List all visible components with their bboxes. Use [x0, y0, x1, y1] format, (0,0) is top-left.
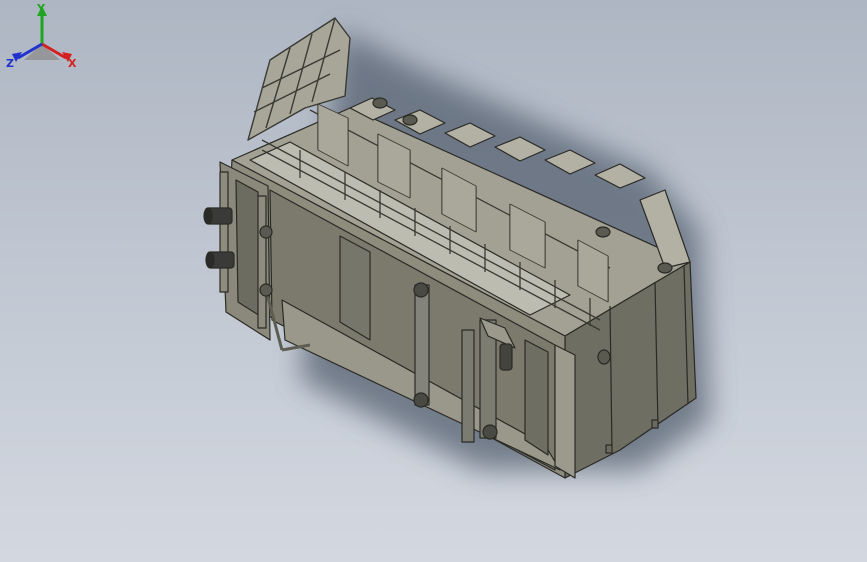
graphics-viewport[interactable]: Y X Z: [0, 0, 867, 562]
partition-wall-2: [524, 339, 549, 456]
reference-triad: Y X Z: [6, 2, 77, 70]
x-axis-label: X: [68, 57, 77, 70]
partition-wall-1: [339, 235, 371, 341]
pump-motor-upper[interactable]: [203, 207, 233, 225]
model-canvas[interactable]: [0, 0, 867, 562]
z-axis-label: Z: [6, 57, 14, 70]
pump-motor-lower[interactable]: [205, 251, 235, 269]
y-axis-label: Y: [36, 2, 46, 15]
tank-right-frame: [554, 344, 576, 479]
tank-left-end-opening: [235, 179, 261, 317]
